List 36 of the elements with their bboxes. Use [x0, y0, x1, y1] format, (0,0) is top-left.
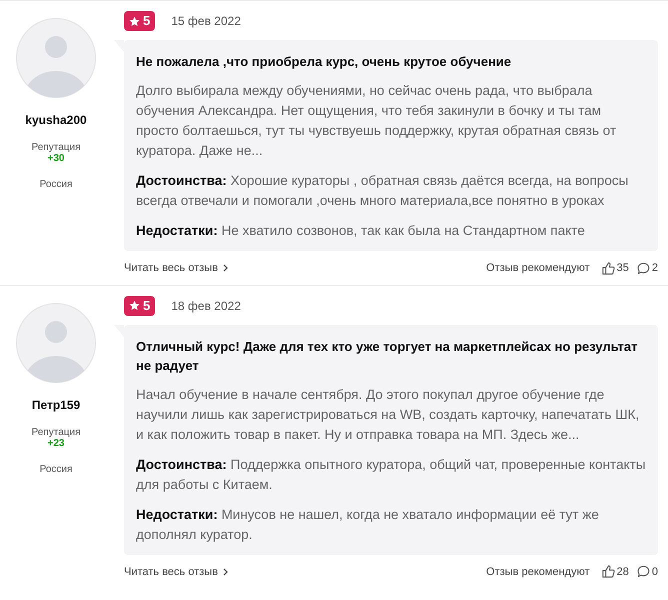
- country-label: Россия: [40, 178, 72, 192]
- thumbs-up-icon[interactable]: [602, 565, 615, 578]
- recommend-label: Отзыв рекомендуют: [486, 261, 590, 276]
- review-title: Не пожалела ,что приобрела курс, очень крутое обучение: [136, 53, 512, 71]
- reputation-label: Репутация: [32, 142, 80, 153]
- review-text: Начал обучение в начале сентября. До этого покупал другое обучение где научили лишь как зарегистрироваться на WB, создать карточку, напечатать ШК, и как положить товар в пакет. Ну и отправка товара на МП. Здесь же...: [136, 386, 640, 444]
- avatar-icon: [16, 302, 96, 382]
- like-count: 28: [616, 564, 629, 580]
- comment-icon[interactable]: [636, 262, 650, 275]
- read-more-link[interactable]: Читать весь отзыв: [124, 260, 228, 276]
- recommend-label: Отзыв рекомендуют: [486, 564, 590, 580]
- like-count: 35: [616, 261, 629, 276]
- cons-text: Недостатки: Минусов не нашел, когда не хватало информации её тут же дополнял куратор.: [136, 506, 600, 544]
- rating-badge: 5: [124, 296, 156, 316]
- thumbs-up-icon[interactable]: [602, 262, 615, 275]
- review-date: 15 фев 2022: [171, 13, 241, 30]
- pros-text: Достоинства: Поддержка опытного куратора, общий чат, проверенные контакты для работы с Китаем.: [136, 456, 646, 494]
- pros-text: Достоинства: Хорошие кураторы , обратная связь даётся всегда, на вопросы всегда отвечали и помогали ,очень много материала,все понятно в уроках: [136, 172, 630, 210]
- comment-icon[interactable]: [636, 565, 650, 578]
- reputation-value: +23: [48, 438, 64, 448]
- chevron-icon: [222, 568, 228, 576]
- comment-count: 0: [652, 564, 658, 580]
- country-label: Россия: [40, 462, 72, 476]
- review-title: Отличный курс! Даже для тех кто уже торгует на маркетплейсах но результат не радует: [136, 338, 639, 374]
- cons-text: Недостатки: Не хватило созвонов, так как была на Стандартном пакте: [136, 222, 586, 240]
- avatar-icon: [16, 18, 96, 98]
- chevron-icon: [222, 264, 228, 272]
- comment-count: 2: [652, 261, 658, 276]
- reputation-label: Репутация: [32, 426, 80, 438]
- review-text: Долго выбирала между обучениями, но сейчас очень рада, что выбрала обучения Александра. Нет ощущения, что тебя закинули в бочку и ты там просто болтаешься, тут ты чувствуешь поддержку, крутая обратная связь от куратора. Даже не...: [136, 82, 618, 160]
- username[interactable]: Петр159: [32, 396, 80, 414]
- rating-badge: 5: [124, 11, 156, 31]
- reputation-value: +30: [48, 153, 64, 164]
- review-date: 18 фев 2022: [171, 298, 241, 314]
- read-more-link[interactable]: Читать весь отзыв: [124, 564, 228, 580]
- username[interactable]: kyusha200: [25, 111, 87, 129]
